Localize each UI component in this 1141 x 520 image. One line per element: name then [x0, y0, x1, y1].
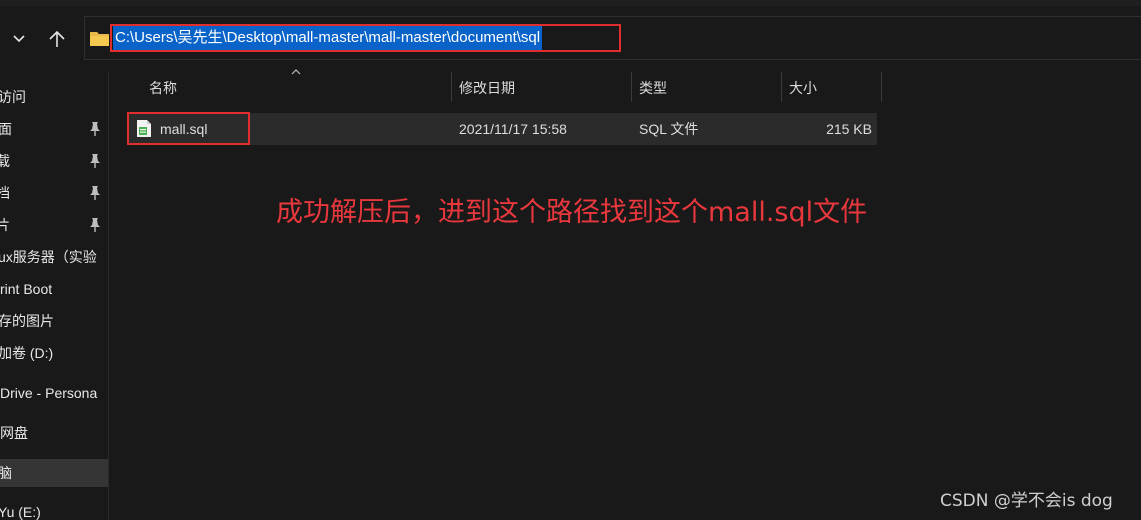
file-highlight-box [127, 112, 250, 145]
sidebar-item-label: 面 [0, 121, 12, 137]
history-dropdown-button[interactable] [4, 24, 34, 54]
sidebar-item-this-pc[interactable]: 脑 [0, 459, 108, 487]
file-type: SQL 文件 [639, 121, 699, 137]
sidebar-item-label: 问访问 [0, 89, 26, 105]
sidebar-item-label: 载 [0, 153, 10, 169]
column-header-modified[interactable]: 修改日期 [459, 72, 515, 104]
sidebar-item-linux-server[interactable]: ux服务器（实验 [0, 243, 108, 271]
address-highlight-box [110, 24, 621, 52]
sidebar-item-label: 加卷 (D:) [0, 345, 54, 361]
sidebar-item-label: 片 [0, 217, 10, 233]
sidebar-item-spring-boot[interactable]: rint Boot [0, 275, 108, 303]
sidebar-item-netdisk[interactable]: 网盘 [0, 419, 108, 447]
column-separator[interactable] [881, 72, 882, 102]
column-separator[interactable] [451, 72, 452, 102]
column-header-type[interactable]: 类型 [639, 72, 667, 104]
sidebar-item-label: ux服务器（实验 [0, 249, 97, 265]
sidebar-item-label: 脑 [0, 465, 12, 481]
file-size: 215 KB [826, 121, 872, 137]
navigation-pane: 问访问 面 载 档 片 ux服务器（实验 rint Boot 存的图 [0, 72, 108, 520]
column-header-name[interactable]: 名称 [149, 72, 177, 104]
pin-icon [90, 186, 100, 200]
sidebar-item-downloads[interactable]: 载 [0, 147, 108, 175]
sidebar-item-label: Drive - Persona [0, 385, 98, 401]
sidebar-item-drive-e[interactable]: Yu (E:) [0, 498, 108, 520]
chevron-down-icon [13, 35, 25, 43]
sidebar-item-label: Yu (E:) [0, 504, 41, 520]
sort-ascending-icon [291, 69, 301, 75]
up-button[interactable] [42, 24, 72, 54]
sidebar-item-documents[interactable]: 档 [0, 179, 108, 207]
folder-icon [90, 32, 109, 46]
watermark: CSDN @学不会is dog [940, 491, 1113, 511]
pin-icon [90, 122, 100, 136]
pane-divider[interactable] [108, 72, 109, 520]
column-header-size[interactable]: 大小 [789, 72, 817, 104]
sidebar-item-desktop[interactable]: 面 [0, 115, 108, 143]
sidebar-item-quick-access[interactable]: 问访问 [0, 83, 108, 111]
column-separator[interactable] [631, 72, 632, 102]
title-bar-strip [0, 0, 1141, 6]
sidebar-item-label: rint Boot [0, 281, 53, 297]
sidebar-item-label: 存的图片 [0, 313, 54, 329]
column-separator[interactable] [781, 72, 782, 102]
sidebar-item-pictures[interactable]: 片 [0, 211, 108, 239]
pin-icon [90, 154, 100, 168]
sidebar-item-label: 网盘 [0, 425, 28, 441]
arrow-up-icon [49, 30, 65, 47]
pin-icon [90, 218, 100, 232]
annotation-text: 成功解压后，进到这个路径找到这个mall.sql文件 [276, 197, 868, 228]
sidebar-item-onedrive[interactable]: Drive - Persona [0, 379, 108, 407]
sidebar-item-saved-pictures[interactable]: 存的图片 [0, 307, 108, 335]
sidebar-item-label: 档 [0, 185, 10, 201]
sidebar-item-drive-d[interactable]: 加卷 (D:) [0, 339, 108, 367]
file-modified: 2021/11/17 15:58 [459, 121, 567, 137]
